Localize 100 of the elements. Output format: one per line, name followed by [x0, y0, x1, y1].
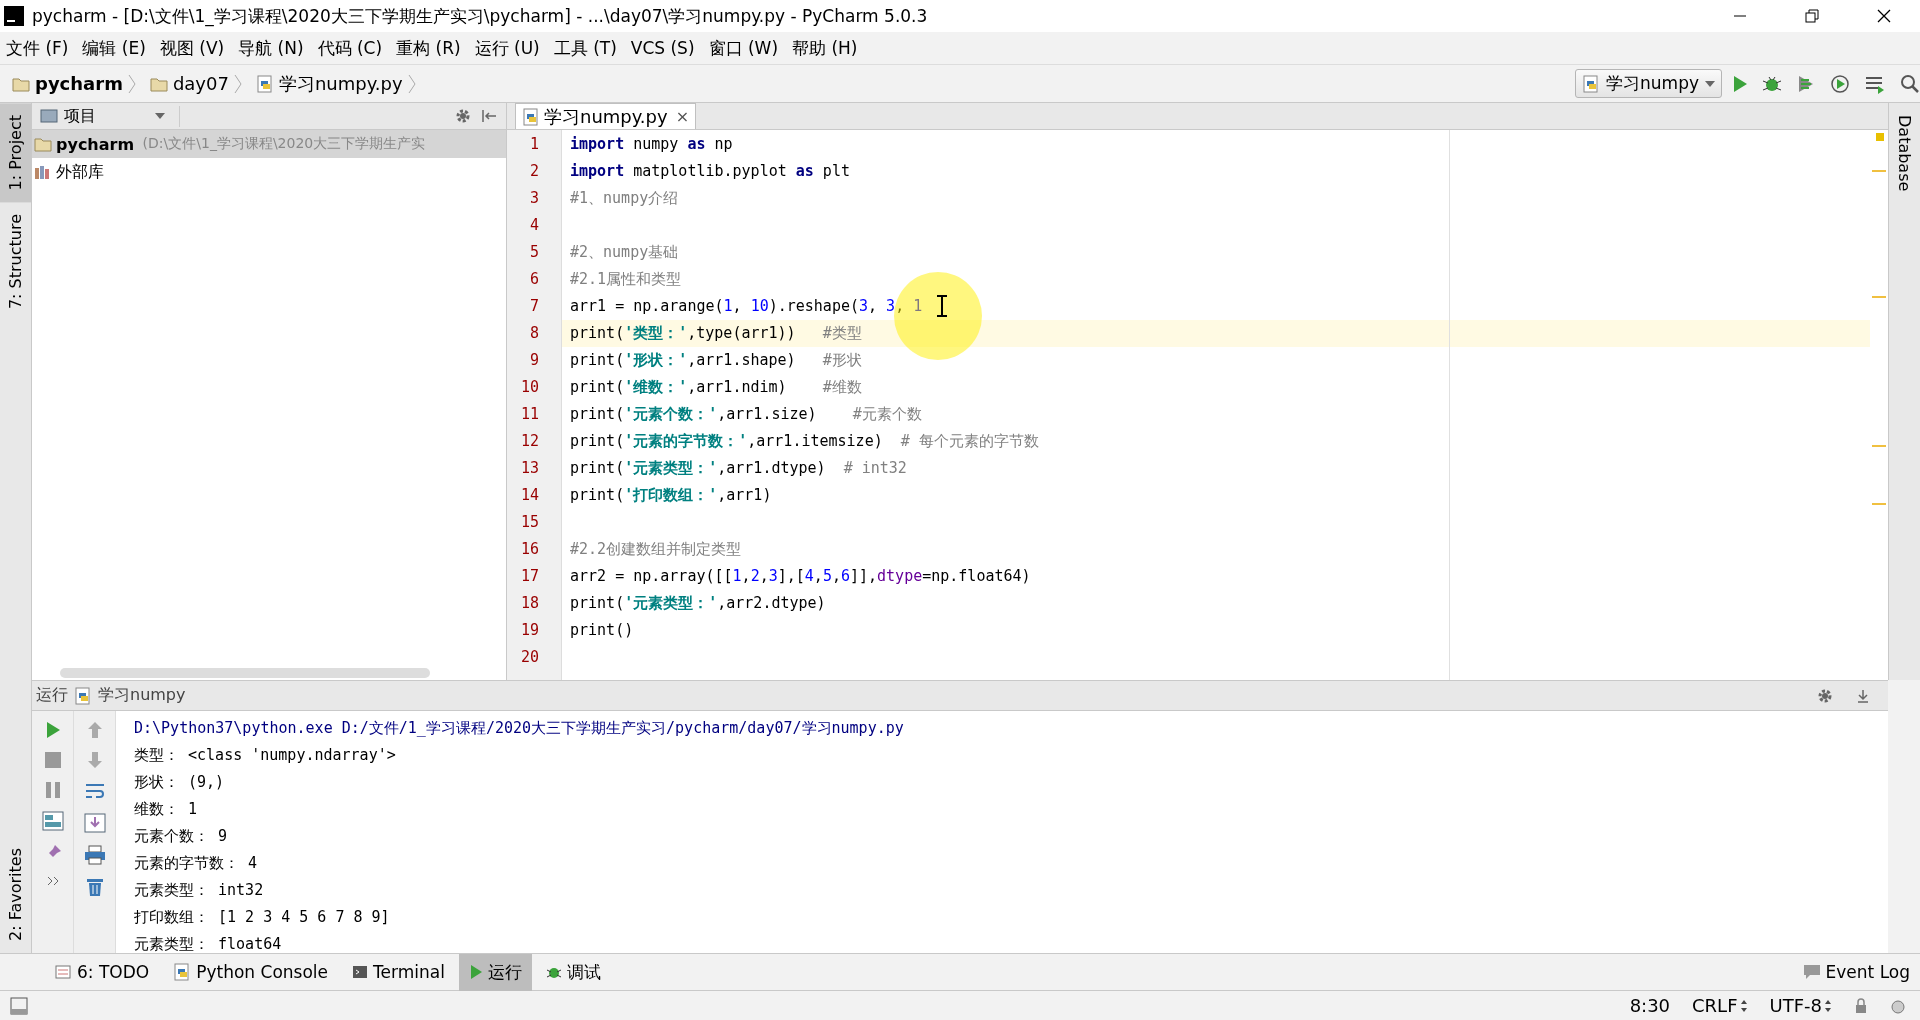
code-line: #2.1属性和类型	[570, 269, 682, 290]
print-icon[interactable]	[83, 845, 106, 865]
close-icon[interactable]	[1876, 8, 1892, 24]
project-view-icon	[40, 108, 58, 124]
menu-item[interactable]: 帮助 (H)	[792, 36, 858, 60]
console-line: 打印数组： [1 2 3 4 5 6 7 8 9]	[134, 907, 391, 928]
line-number: 14	[519, 485, 540, 506]
folder-icon	[12, 75, 30, 92]
menu-item[interactable]: 重构 (R)	[396, 36, 461, 60]
python-file-icon	[255, 74, 274, 93]
chevron-icon	[407, 73, 416, 94]
line-number: 9	[528, 350, 540, 371]
run-icon[interactable]	[1732, 74, 1748, 93]
python-icon	[1582, 74, 1601, 93]
tool-window-tab[interactable]: 调试	[535, 953, 611, 991]
stop-icon[interactable]	[43, 751, 62, 769]
caret-position[interactable]: 8:30	[1629, 995, 1671, 1016]
trash-icon[interactable]	[84, 877, 105, 897]
menu-item[interactable]: 导航 (N)	[238, 36, 304, 60]
breadcrumb[interactable]: pycharm	[35, 73, 123, 94]
menu-item[interactable]: 视图 (V)	[159, 36, 225, 60]
tool-window-tab[interactable]: 运行	[458, 953, 532, 991]
run-icon	[468, 964, 483, 980]
console-line: 元素个数： 9	[134, 826, 229, 847]
tool-window-tab[interactable]: 6: TODO	[44, 953, 160, 991]
tool-window-tab[interactable]: 2: Favorites	[0, 836, 31, 953]
updown-icon[interactable]	[1739, 998, 1748, 1013]
window-title: pycharm - [D:\文件\1_学习课程\2020大三下学期生产实习\pycharm] - ...\day07\学习numpy.py - PyCharm 5.0.3	[32, 4, 929, 28]
menu-item[interactable]: 代码 (C)	[317, 36, 383, 60]
more-icon[interactable]	[45, 875, 60, 887]
python-icon	[173, 963, 192, 981]
dropdown-arrow-icon	[155, 113, 165, 119]
line-number: 20	[519, 647, 540, 668]
tool-window-tab[interactable]: 7: Structure	[0, 202, 31, 322]
run-config-name[interactable]: 学习numpy	[98, 685, 186, 706]
line-number: 18	[519, 593, 540, 614]
app-logo-icon	[4, 6, 24, 26]
line-number: 15	[519, 512, 540, 533]
library-icon	[34, 164, 52, 180]
line-number: 16	[519, 539, 540, 560]
pause-icon[interactable]	[43, 781, 62, 799]
event-log-tab[interactable]: Event Log	[1792, 953, 1920, 991]
tool-window-tab[interactable]: 1: Project	[0, 103, 31, 203]
settings-icon[interactable]	[454, 107, 472, 125]
run-config-dropdown[interactable]: 学习numpy	[1575, 69, 1722, 98]
collapse-icon[interactable]	[480, 108, 498, 124]
line-separator[interactable]: CRLF	[1692, 995, 1738, 1016]
code-line: print()	[570, 620, 634, 641]
menu-item[interactable]: 文件 (F)	[6, 36, 69, 60]
console-line: 元素类型： float64	[134, 934, 283, 953]
tab-close[interactable]: ×	[675, 107, 690, 126]
console-line: 形状： (9,)	[134, 772, 226, 793]
menu-item[interactable]: 编辑 (E)	[82, 36, 146, 60]
menu-item[interactable]: 工具 (T)	[553, 36, 617, 60]
chevron-icon	[127, 73, 136, 94]
scrollbar[interactable]	[60, 668, 430, 678]
code-line: print('打印数组：',arr1)	[570, 485, 772, 506]
editor-tab[interactable]: 学习numpy.py ×	[515, 103, 697, 129]
restore-icon[interactable]	[1804, 8, 1820, 24]
up-arrow-icon[interactable]	[86, 721, 103, 739]
code-line: print('元素个数：',arr1.size) #元素个数	[570, 404, 922, 425]
file-encoding[interactable]: UTF-8	[1769, 995, 1822, 1016]
panel-title: 运行	[36, 685, 68, 706]
status-indicator	[1876, 133, 1884, 141]
layout-icon[interactable]	[41, 811, 64, 831]
console-line: D:\Python37\python.exe D:/文件/1_学习课程/2020大三下学期生产实习/pycharm/day07/学习numpy.py	[134, 718, 905, 739]
line-number: 6	[528, 269, 540, 290]
line-number: 7	[528, 296, 540, 317]
folder-icon	[34, 136, 52, 152]
code-line: print('维数：',arr1.ndim) #维数	[570, 377, 862, 398]
scroll-to-end-icon[interactable]	[83, 813, 106, 833]
run-icon[interactable]	[44, 721, 61, 739]
code-line: arr1 = np.arange(1, 10).reshape(3, 3, 1	[570, 296, 923, 317]
profile-icon[interactable]	[1830, 73, 1850, 94]
down-arrow-icon[interactable]	[86, 751, 103, 769]
tree-item[interactable]: 外部库	[32, 158, 506, 186]
code-line: print('元素的字节数：',arr1.itemsize) # 每个元素的字节数	[570, 431, 1039, 452]
menu-item[interactable]: VCS (S)	[630, 38, 695, 58]
tool-window-tab[interactable]: Python Console	[163, 953, 338, 991]
breadcrumb[interactable]: 学习numpy.py	[278, 71, 403, 96]
line-number: 17	[519, 566, 540, 587]
menu-item[interactable]: 窗口 (W)	[708, 36, 779, 60]
inspector-icon[interactable]	[1890, 997, 1906, 1014]
breadcrumb[interactable]: day07	[172, 73, 229, 94]
line-number: 4	[528, 215, 540, 236]
line-number: 11	[519, 404, 540, 425]
lock-icon[interactable]	[1854, 997, 1868, 1014]
menu-item[interactable]: 运行 (U)	[474, 36, 540, 60]
speech-bubble-icon	[1802, 964, 1821, 980]
tree-item[interactable]: pycharm (D:\文件\1_学习课程\2020大三下学期生产实	[32, 130, 506, 158]
soft-wrap-icon[interactable]	[83, 781, 106, 801]
updown-icon[interactable]	[1824, 998, 1832, 1013]
panel-toggle-icon[interactable]	[10, 996, 28, 1015]
dropdown-arrow-icon	[1705, 80, 1715, 87]
tool-window-tab[interactable]: Database	[1889, 103, 1920, 204]
console-line: 维数： 1	[134, 799, 199, 820]
search-icon[interactable]	[1900, 73, 1920, 94]
hide-icon[interactable]	[1856, 687, 1870, 704]
tool-window-tab[interactable]: Terminal	[342, 953, 455, 991]
line-number: 3	[528, 188, 540, 209]
